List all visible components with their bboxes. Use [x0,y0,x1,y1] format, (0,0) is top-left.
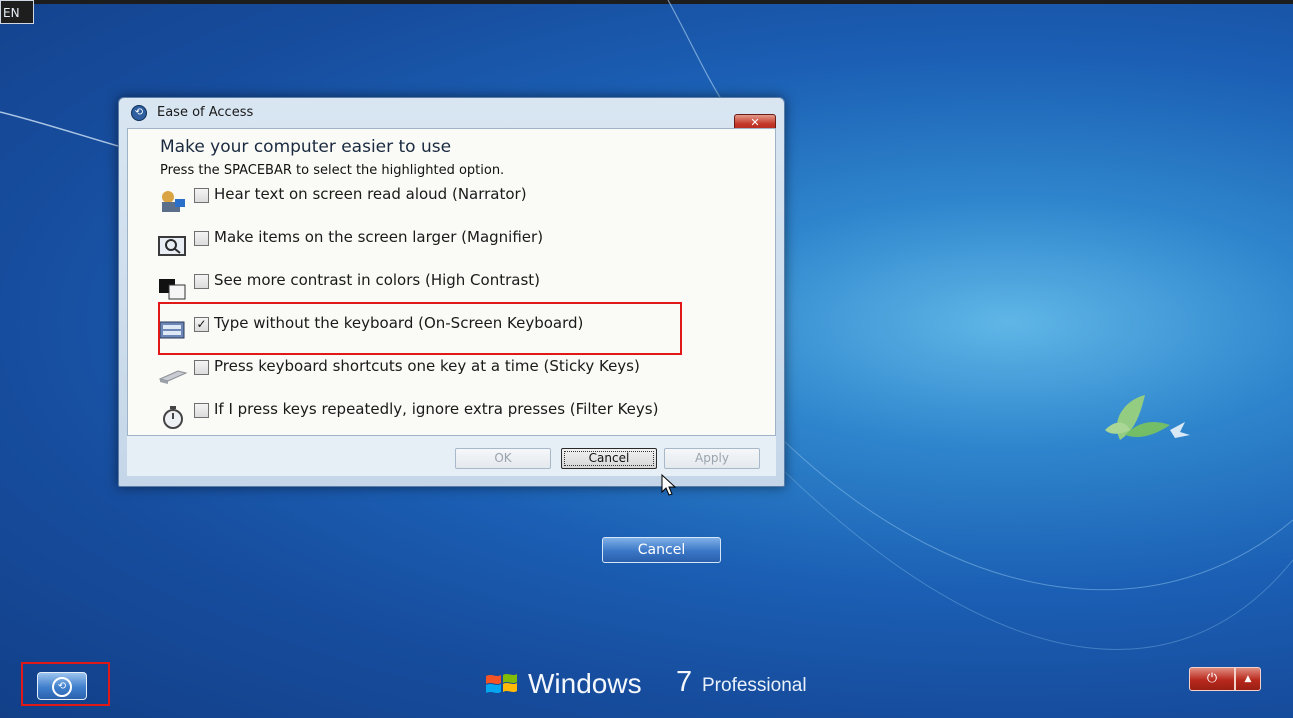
sticky-keys-icon [158,370,188,384]
highlight-annotation-ease-button [21,662,110,706]
dialog-button-bar: OK Cancel Apply [127,436,776,476]
option-label: Press keyboard shortcuts one key at a ti… [214,357,640,375]
dialog-title: Ease of Access [157,105,254,120]
shutdown-button[interactable]: ⏻ [1189,667,1235,691]
logon-cancel-button[interactable]: Cancel [602,537,721,563]
high-contrast-checkbox[interactable] [194,274,209,289]
dialog-heading: Make your computer easier to use [160,137,452,157]
brand-windows-text: Windows [528,668,642,699]
option-label: If I press keys repeatedly, ignore extra… [214,400,659,418]
option-high-contrast[interactable]: See more contrast in colors (High Contra… [158,271,758,303]
windows-logo-icon [486,674,517,693]
mouse-cursor-icon [661,474,677,496]
dialog-content: Make your computer easier to use Press t… [127,128,776,436]
option-magnifier[interactable]: Make items on the screen larger (Magnifi… [158,228,758,260]
highlight-annotation-keyboard-option [158,302,682,355]
option-label: See more contrast in colors (High Contra… [214,271,541,289]
option-narrator[interactable]: Hear text on screen read aloud (Narrator… [158,185,758,217]
apply-button[interactable]: Apply [664,448,760,469]
magnifier-icon [158,236,186,256]
brand-edition-text: Professional [702,675,807,696]
option-label: Make items on the screen larger (Magnifi… [214,228,544,246]
narrator-checkbox[interactable] [194,188,209,203]
sticky-keys-checkbox[interactable] [194,360,209,375]
option-label: Hear text on screen read aloud (Narrator… [214,185,527,203]
option-sticky-keys[interactable]: Press keyboard shortcuts one key at a ti… [158,357,758,389]
dialog-titlebar[interactable]: ⟲ Ease of Access ✕ [119,98,784,132]
power-button-group: ⏻ ▲ [1189,667,1261,691]
ease-of-access-icon: ⟲ [131,105,147,121]
shutdown-options-button[interactable]: ▲ [1235,667,1261,691]
brand-version-text: 7 [676,666,693,698]
dialog-cancel-button[interactable]: Cancel [561,448,657,469]
option-filter-keys[interactable]: If I press keys repeatedly, ignore extra… [158,400,758,432]
narrator-icon [162,191,185,212]
magnifier-checkbox[interactable] [194,231,209,246]
ease-of-access-dialog: ⟲ Ease of Access ✕ Make your computer ea… [118,97,785,487]
high-contrast-icon [159,279,186,300]
decorative-leaves [1105,395,1190,440]
dialog-instruction: Press the SPACEBAR to select the highlig… [160,163,505,178]
filter-keys-icon [163,406,183,429]
filter-keys-checkbox[interactable] [194,403,209,418]
ok-button[interactable]: OK [455,448,551,469]
